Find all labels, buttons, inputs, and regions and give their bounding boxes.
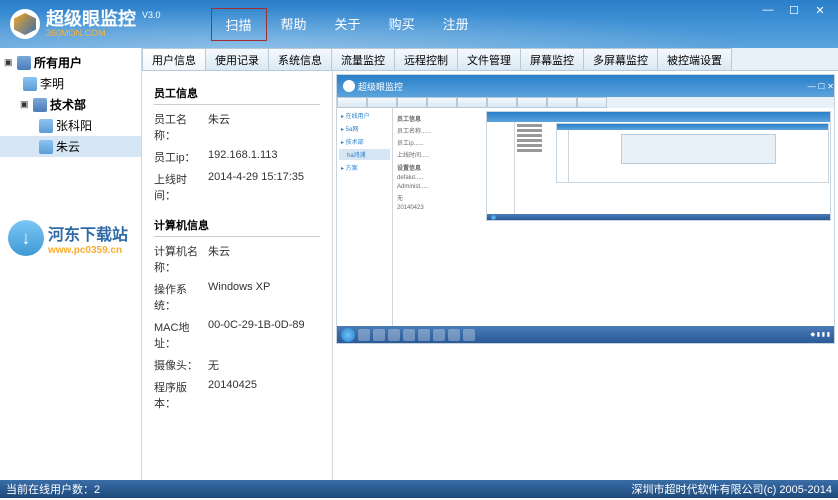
- nested-sidebar: ▸ 在线用户 ▸ 5a网 ▸ 技术部 ha鸿浦 ▸ 方案: [337, 108, 393, 343]
- app-logo: [10, 9, 40, 39]
- tab-bar: 用户信息 使用记录 系统信息 流量监控 远程控制 文件管理 屏幕监控 多屏幕监控…: [142, 48, 838, 70]
- nested-tabs: [337, 97, 834, 108]
- tab-remote-control[interactable]: 远程控制: [394, 48, 458, 70]
- panel: 员工信息 员工名称：朱云 员工ip：192.168.1.113 上线时间：201…: [142, 70, 838, 480]
- info-employee-name: 员工名称：朱云: [154, 111, 320, 143]
- user-tree-sidebar: ▣ 所有用户 李明 ▣ 技术部 张科阳 朱云: [0, 48, 142, 480]
- computer-info-header: 计算机信息: [154, 217, 320, 237]
- tab-file-manager[interactable]: 文件管理: [457, 48, 521, 70]
- nested-taskbar: ◆ ▮ ▮ ▮: [337, 326, 834, 343]
- tab-client-settings[interactable]: 被控端设置: [657, 48, 732, 70]
- tree-user-zhangkeyang[interactable]: 张科阳: [0, 115, 141, 136]
- employee-info-header: 员工信息: [154, 85, 320, 105]
- brand-block: 超级眼监控 360MON.COM: [46, 10, 136, 38]
- app-name: 超级眼监控: [46, 10, 136, 28]
- close-button[interactable]: ✕: [808, 2, 832, 18]
- tab-system-info[interactable]: 系统信息: [268, 48, 332, 70]
- collapse-icon[interactable]: ▣: [20, 99, 30, 110]
- info-os: 操作系统：Windows XP: [154, 281, 320, 313]
- menu-buy[interactable]: 购买: [375, 8, 429, 41]
- app-subtitle: 360MON.COM: [46, 28, 136, 38]
- maximize-button[interactable]: ☐: [782, 2, 806, 18]
- remote-screen-thumbnail[interactable]: 超级眼监控 — ☐ ✕ ▸ 在线用户 ▸ 5a网 ▸ 技术部 ha鸿浦: [336, 74, 835, 344]
- tab-screen-monitor[interactable]: 屏幕监控: [520, 48, 584, 70]
- nested-titlebar: 超级眼监控 — ☐ ✕: [337, 75, 834, 97]
- info-computer-name: 计算机名称：朱云: [154, 243, 320, 275]
- minimize-button[interactable]: —: [756, 2, 780, 18]
- tree-user-liming[interactable]: 李明: [0, 73, 141, 94]
- window-controls: — ☐ ✕: [756, 2, 832, 18]
- info-mac: MAC地址：00-0C-29-1B-0D-89: [154, 319, 320, 351]
- group-icon: [17, 56, 31, 70]
- pc-icon: [39, 119, 53, 133]
- pc-icon: [39, 140, 53, 154]
- menu-help[interactable]: 帮助: [267, 8, 321, 41]
- app-version: V3.0: [142, 10, 161, 20]
- tab-usage-log[interactable]: 使用记录: [205, 48, 269, 70]
- group-icon: [33, 98, 47, 112]
- tab-user-info[interactable]: 用户信息: [142, 48, 206, 70]
- tree-dept-tech[interactable]: ▣ 技术部: [0, 94, 141, 115]
- pc-icon: [23, 77, 37, 91]
- online-user-count: 当前在线用户数：2: [6, 481, 100, 497]
- tab-traffic[interactable]: 流量监控: [331, 48, 395, 70]
- menu-about[interactable]: 关于: [321, 8, 375, 41]
- copyright: 深圳市超时代软件有限公司(c) 2005-2014: [632, 481, 833, 497]
- status-bar: 当前在线用户数：2 深圳市超时代软件有限公司(c) 2005-2014: [0, 480, 838, 498]
- tree-root[interactable]: ▣ 所有用户: [0, 52, 141, 73]
- info-employee-ip: 员工ip：192.168.1.113: [154, 149, 320, 165]
- main-menu: 扫描 帮助 关于 购买 注册: [211, 8, 483, 41]
- tab-multi-screen[interactable]: 多屏幕监控: [583, 48, 658, 70]
- content-area: 用户信息 使用记录 系统信息 流量监控 远程控制 文件管理 屏幕监控 多屏幕监控…: [142, 48, 838, 480]
- info-version: 程序版本：20140425: [154, 379, 320, 411]
- remote-screenshot-pane: 超级眼监控 — ☐ ✕ ▸ 在线用户 ▸ 5a网 ▸ 技术部 ha鸿浦: [332, 71, 838, 480]
- title-bar: 超级眼监控 360MON.COM V3.0 扫描 帮助 关于 购买 注册 — ☐…: [0, 0, 838, 48]
- menu-scan[interactable]: 扫描: [211, 8, 267, 41]
- collapse-icon[interactable]: ▣: [4, 57, 14, 68]
- menu-register[interactable]: 注册: [429, 8, 483, 41]
- start-button-icon: [341, 328, 355, 342]
- info-camera: 摄像头：无: [154, 357, 320, 373]
- info-pane: 员工信息 员工名称：朱云 员工ip：192.168.1.113 上线时间：201…: [142, 71, 332, 480]
- info-online-time: 上线时间：2014-4-29 15:17:35: [154, 171, 320, 203]
- nested-info: 员工信息 员工名称...... 员工ip...... 上线时间..... 设置信…: [393, 108, 483, 343]
- main-area: ▣ 所有用户 李明 ▣ 技术部 张科阳 朱云 用户信息 使用记录 系统信息 流量…: [0, 48, 838, 480]
- tree-user-zhuyun[interactable]: 朱云: [0, 136, 141, 157]
- nested-screenshot: [483, 108, 834, 343]
